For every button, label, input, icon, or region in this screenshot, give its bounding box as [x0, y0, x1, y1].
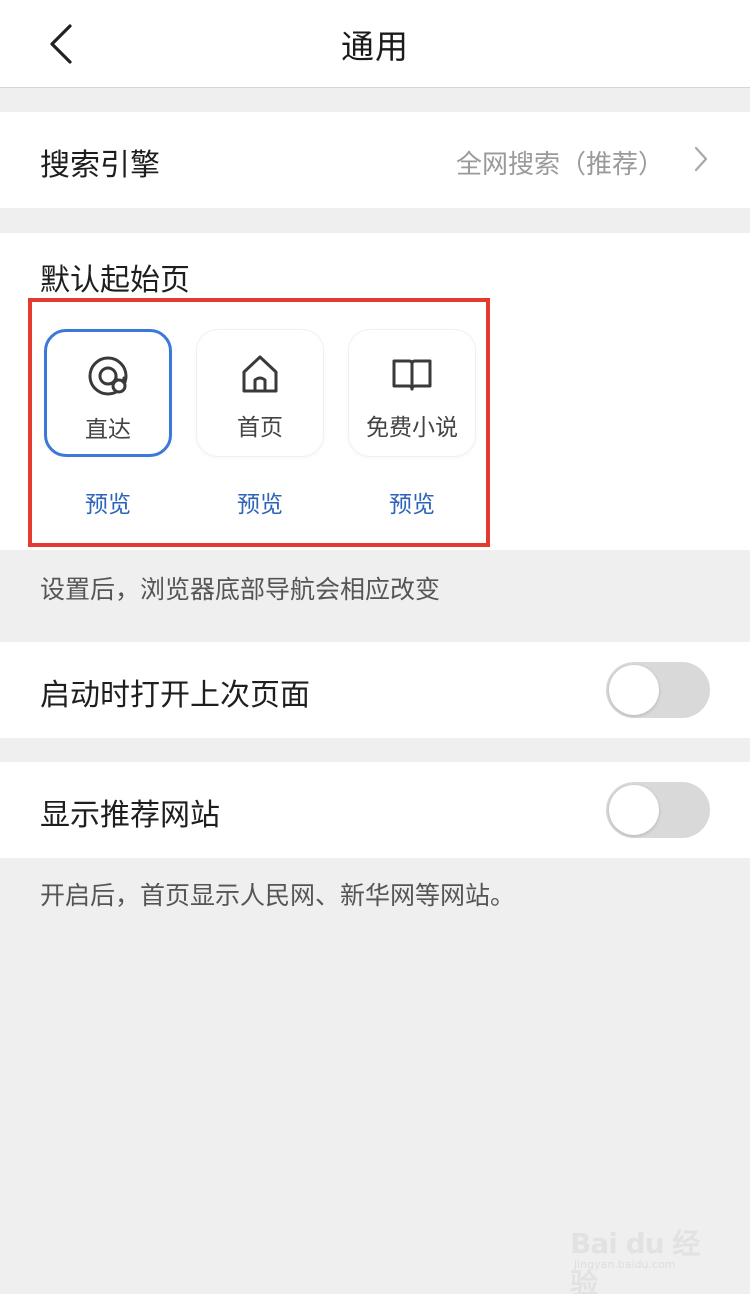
recommend-sites-row: 显示推荐网站: [0, 762, 750, 858]
watermark-subtext: jingyan.baidu.com: [574, 1258, 676, 1271]
toggle-knob: [609, 665, 659, 715]
recommend-sites-hint: 开启后，首页显示人民网、新华网等网站。: [40, 881, 516, 910]
search-engine-label: 搜索引擎: [40, 148, 160, 183]
start-page-label: 默认起始页: [40, 263, 190, 298]
search-engine-row[interactable]: 搜索引擎 全网搜索（推荐）: [0, 112, 750, 208]
launch-restore-label: 启动时打开上次页面: [40, 678, 310, 713]
preview-link-novels[interactable]: 预览: [348, 485, 476, 519]
book-icon: [392, 359, 432, 391]
toggle-knob: [609, 785, 659, 835]
page-title: 通用: [341, 27, 409, 66]
preview-link-direct[interactable]: 预览: [44, 485, 172, 519]
recommend-sites-toggle[interactable]: [606, 782, 710, 838]
home-icon: [242, 355, 278, 393]
back-button[interactable]: [36, 18, 86, 70]
top-nav-bar: 通用: [0, 0, 750, 88]
chevron-left-icon: [50, 24, 72, 64]
preview-link-home[interactable]: 预览: [196, 485, 324, 519]
start-page-section: 默认起始页 直达 首页 免费小说 预览 预览 预览: [0, 233, 750, 550]
search-engine-value: 全网搜索（推荐）: [455, 150, 664, 180]
at-sign-icon: [88, 356, 128, 396]
start-page-hint: 设置后，浏览器底部导航会相应改变: [40, 575, 441, 604]
option-label: 首页: [237, 415, 283, 441]
start-option-home[interactable]: 首页: [196, 329, 324, 457]
option-label: 直达: [85, 417, 131, 443]
chevron-right-icon: [694, 146, 708, 172]
start-option-novels[interactable]: 免费小说: [348, 329, 476, 457]
launch-restore-row: 启动时打开上次页面: [0, 642, 750, 738]
option-label: 免费小说: [366, 415, 458, 441]
baidu-watermark: Bai du 经验 jingyan.baidu.com: [570, 1212, 710, 1294]
launch-restore-toggle[interactable]: [606, 662, 710, 718]
start-option-direct[interactable]: 直达: [44, 329, 172, 457]
recommend-sites-label: 显示推荐网站: [40, 798, 220, 833]
